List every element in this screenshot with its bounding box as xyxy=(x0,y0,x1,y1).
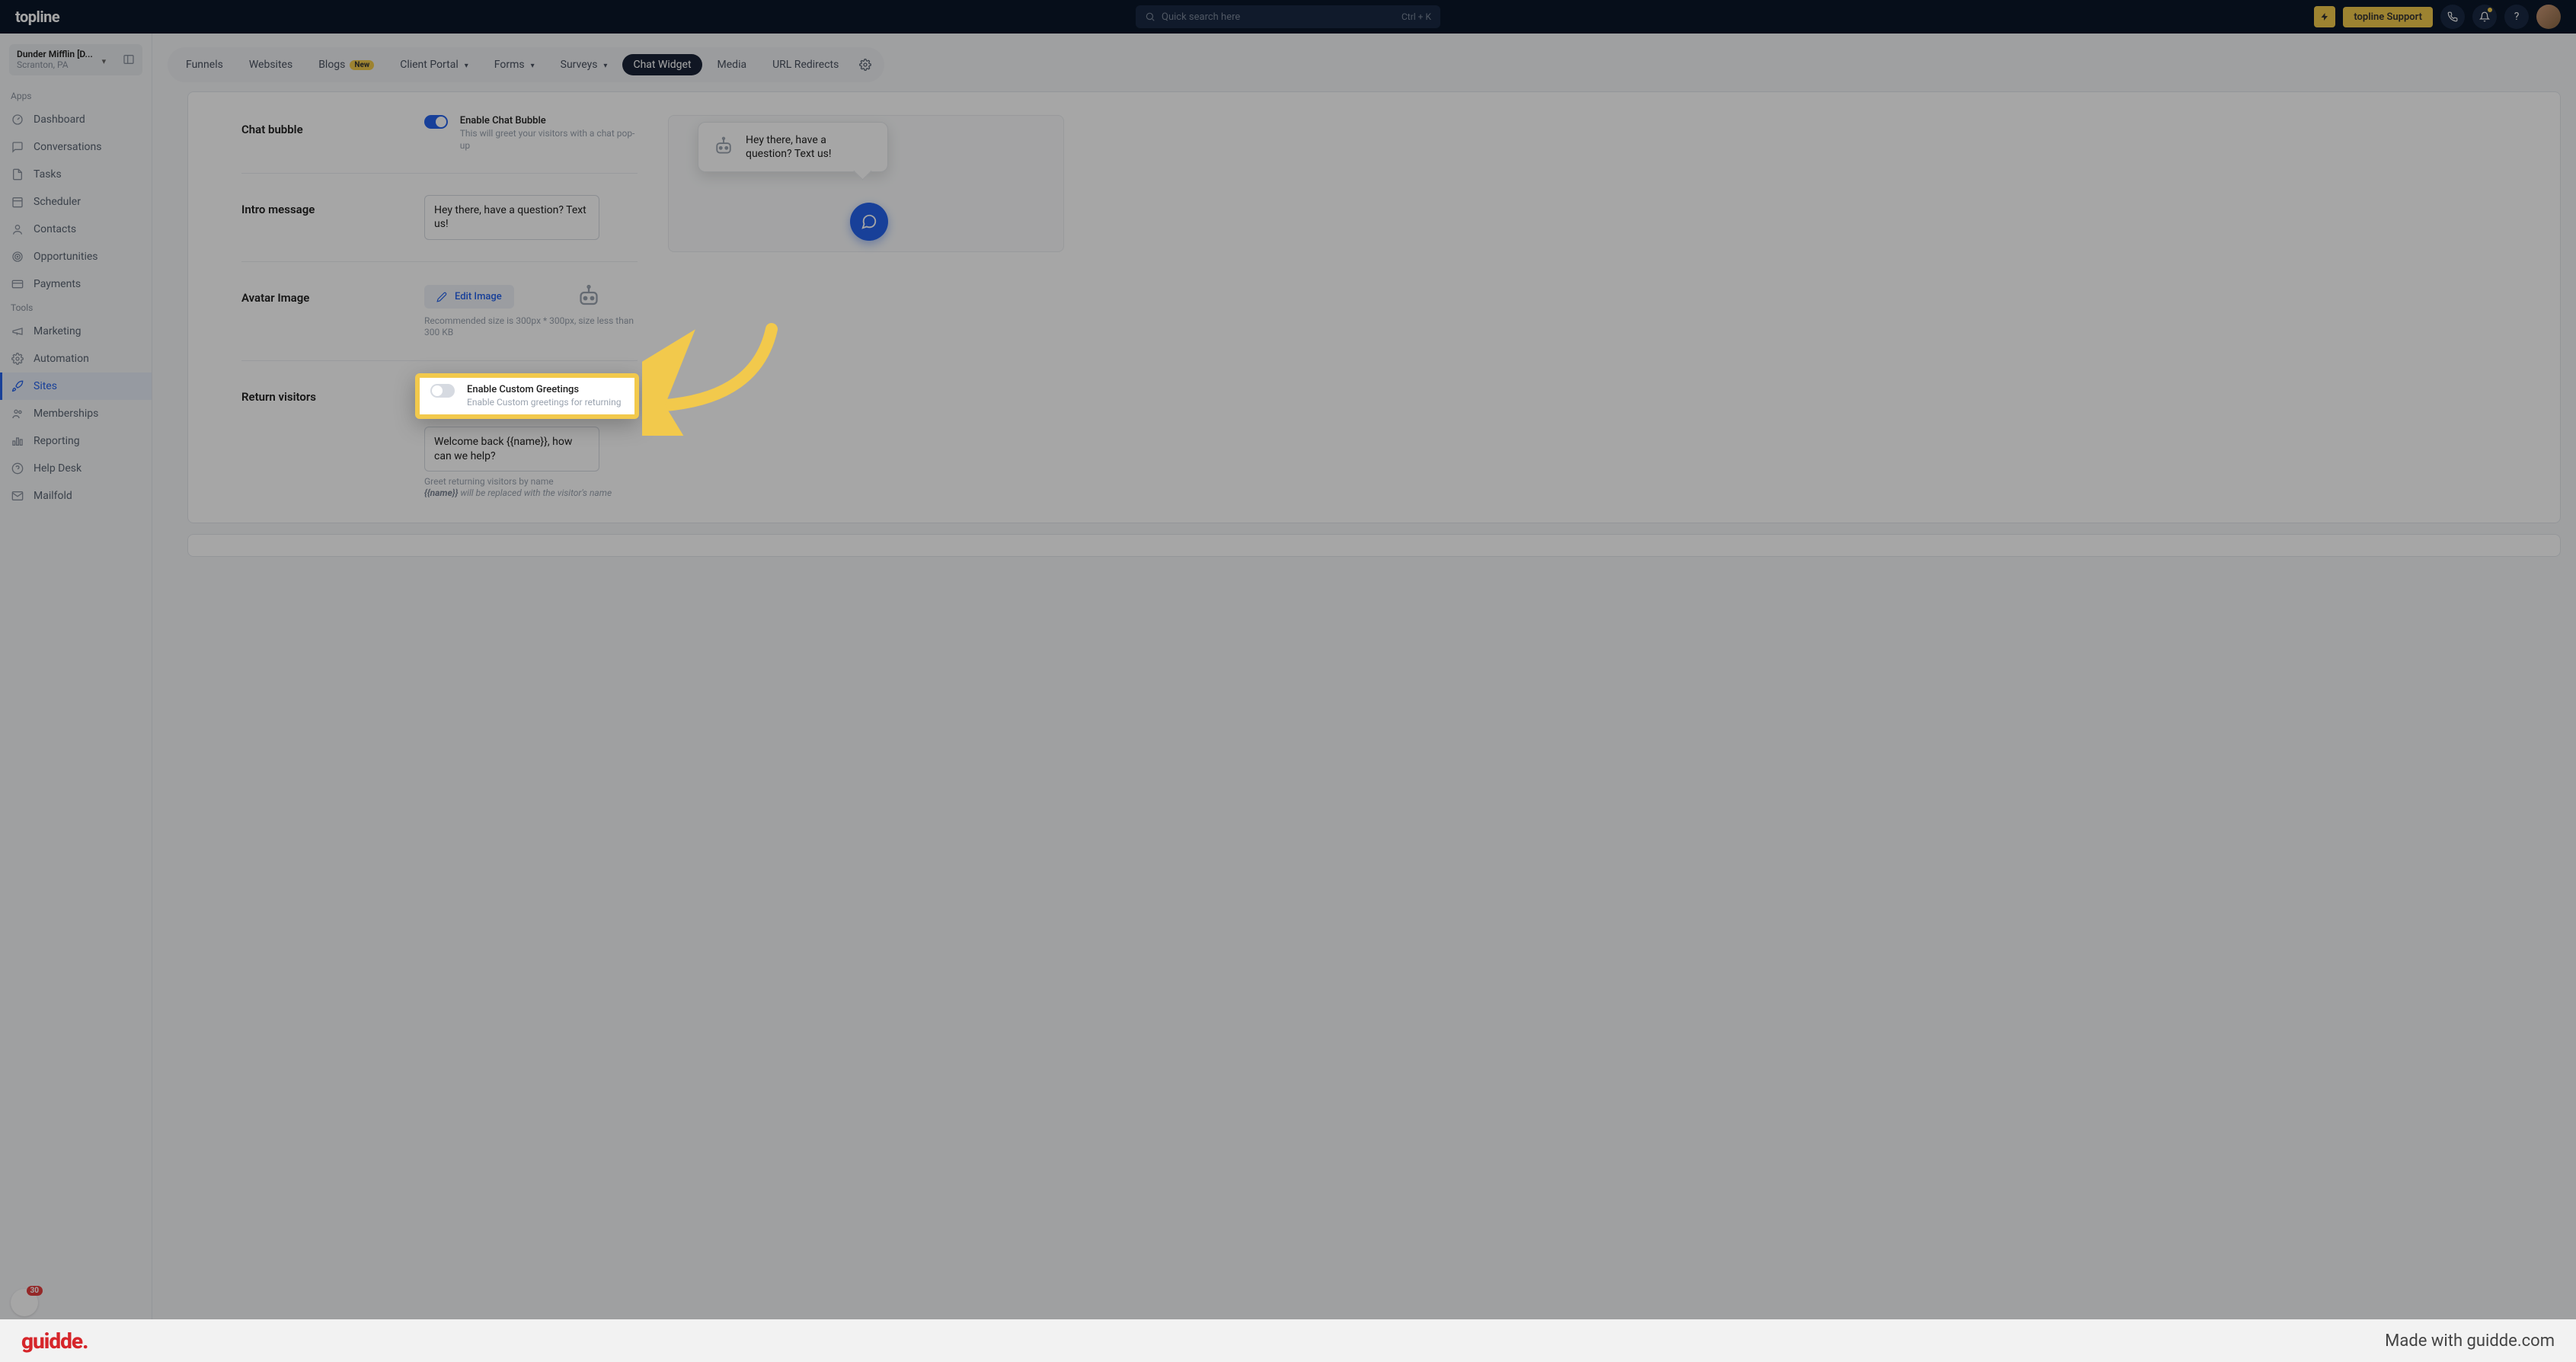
brand-logo: topline xyxy=(15,8,59,26)
topbar: topline Quick search here Ctrl + K topli… xyxy=(0,0,2576,34)
avatar-bot-icon xyxy=(575,283,602,311)
sidebar-item-opportunities[interactable]: Opportunities xyxy=(0,243,152,270)
sidebar-item-automation[interactable]: Automation xyxy=(0,345,152,372)
chat-bubble-label: Chat bubble xyxy=(241,115,424,136)
guidde-footer: guidde. Made with guidde.com xyxy=(0,1319,2576,1362)
tab-forms[interactable]: Forms xyxy=(484,54,545,75)
intro-label: Intro message xyxy=(241,195,424,216)
bot-icon xyxy=(712,136,735,158)
sidebar-item-help-desk[interactable]: Help Desk xyxy=(0,455,152,482)
workspace-switcher[interactable]: Dunder Mifflin [D... Scranton, PA xyxy=(9,44,142,75)
user-avatar[interactable] xyxy=(2536,5,2561,29)
tab-blogs[interactable]: BlogsNew xyxy=(308,54,385,75)
tools-section-label: Tools xyxy=(0,298,152,318)
card-icon xyxy=(11,277,24,291)
sidebar: Dunder Mifflin [D... Scranton, PA Apps D… xyxy=(0,34,152,1319)
next-card xyxy=(187,534,2561,557)
main-content: FunnelsWebsitesBlogsNewClient PortalForm… xyxy=(152,34,2576,1319)
tab-url-redirects[interactable]: URL Redirects xyxy=(762,54,849,75)
sidebar-item-scheduler[interactable]: Scheduler xyxy=(0,188,152,216)
preview-bubble: Hey there, have a question? Text us! xyxy=(698,122,888,172)
new-badge: New xyxy=(350,60,374,70)
user-icon xyxy=(11,222,24,236)
chat-bubble-toggle-title: Enable Chat Bubble xyxy=(460,115,638,126)
preview-message: Hey there, have a question? Text us! xyxy=(746,133,874,161)
search-input[interactable]: Quick search here Ctrl + K xyxy=(1136,5,1440,28)
tab-chat-widget[interactable]: Chat Widget xyxy=(622,54,702,75)
edit-image-button[interactable]: Edit Image xyxy=(424,285,514,309)
sidebar-item-contacts[interactable]: Contacts xyxy=(0,216,152,243)
rocket-icon xyxy=(11,379,24,393)
return-hint: Greet returning visitors by name {{name}… xyxy=(424,476,638,500)
tab-media[interactable]: Media xyxy=(707,54,758,75)
sidebar-item-tasks[interactable]: Tasks xyxy=(0,161,152,188)
mail-icon xyxy=(11,489,24,503)
caret-icon xyxy=(602,59,607,71)
custom-greetings-toggle-highlight[interactable] xyxy=(430,384,455,398)
settings-card: Chat bubble Enable Chat Bubble This will… xyxy=(187,91,2561,523)
sidebar-item-conversations[interactable]: Conversations xyxy=(0,133,152,161)
cal-icon xyxy=(11,195,24,209)
chat-bubble-toggle[interactable] xyxy=(424,115,448,129)
search-placeholder: Quick search here xyxy=(1162,11,1240,23)
chevron-down-icon xyxy=(102,53,107,67)
avatar-label: Avatar Image xyxy=(241,283,424,305)
chat-preview: Hey there, have a question? Text us! xyxy=(668,115,1064,252)
workspace-name: Dunder Mifflin [D... xyxy=(17,49,93,59)
bolt-button[interactable] xyxy=(2314,6,2335,27)
tab-funnels[interactable]: Funnels xyxy=(175,54,234,75)
users-icon xyxy=(11,407,24,420)
tab-client-portal[interactable]: Client Portal xyxy=(389,54,479,75)
edit-icon xyxy=(436,292,447,302)
record-badge[interactable] xyxy=(11,1289,38,1316)
help-button[interactable]: ? xyxy=(2504,5,2529,29)
notification-dot xyxy=(2488,8,2492,12)
sidebar-item-marketing[interactable]: Marketing xyxy=(0,318,152,345)
return-visitors-label: Return visitors xyxy=(241,382,424,404)
tab-websites[interactable]: Websites xyxy=(238,54,303,75)
search-icon xyxy=(1145,11,1155,22)
tab-surveys[interactable]: Surveys xyxy=(550,54,618,75)
target-icon xyxy=(11,250,24,264)
phone-button[interactable] xyxy=(2440,5,2465,29)
gear-icon xyxy=(11,352,24,366)
panel-icon[interactable] xyxy=(123,53,135,66)
sidebar-item-reporting[interactable]: Reporting xyxy=(0,427,152,455)
help-icon xyxy=(11,462,24,475)
guidde-logo: guidde. xyxy=(21,1328,88,1354)
sidebar-item-payments[interactable]: Payments xyxy=(0,270,152,298)
sidebar-item-memberships[interactable]: Memberships xyxy=(0,400,152,427)
tab-settings-gear[interactable] xyxy=(854,53,877,76)
return-greeting-input[interactable]: Welcome back {{name}}, how can we help? xyxy=(424,427,599,471)
caret-icon xyxy=(463,59,468,71)
caret-icon xyxy=(529,59,535,71)
apps-section-label: Apps xyxy=(0,86,152,106)
guidde-tagline: Made with guidde.com xyxy=(2385,1332,2555,1351)
chat-icon xyxy=(11,140,24,154)
highlight-callout: Enable Custom Greetings Enable Custom gr… xyxy=(415,373,639,420)
search-shortcut: Ctrl + K xyxy=(1401,11,1431,22)
bar-icon xyxy=(11,434,24,448)
sidebar-item-dashboard[interactable]: Dashboard xyxy=(0,106,152,133)
chat-fab[interactable] xyxy=(850,203,888,241)
notifications-button[interactable] xyxy=(2472,5,2497,29)
gauge-icon xyxy=(11,113,24,126)
avatar-hint: Recommended size is 300px * 300px, size … xyxy=(424,315,638,339)
chat-bubble-toggle-desc: This will greet your visitors with a cha… xyxy=(460,128,638,152)
mega-icon xyxy=(11,325,24,338)
doc-icon xyxy=(11,168,24,181)
tabs-row: FunnelsWebsitesBlogsNewClient PortalForm… xyxy=(168,47,884,82)
workspace-location: Scranton, PA xyxy=(17,59,93,70)
support-button[interactable]: topline Support xyxy=(2343,7,2433,27)
intro-message-input[interactable]: Hey there, have a question? Text us! xyxy=(424,195,599,239)
sidebar-item-mailfold[interactable]: Mailfold xyxy=(0,482,152,510)
sidebar-item-sites[interactable]: Sites xyxy=(0,372,152,400)
